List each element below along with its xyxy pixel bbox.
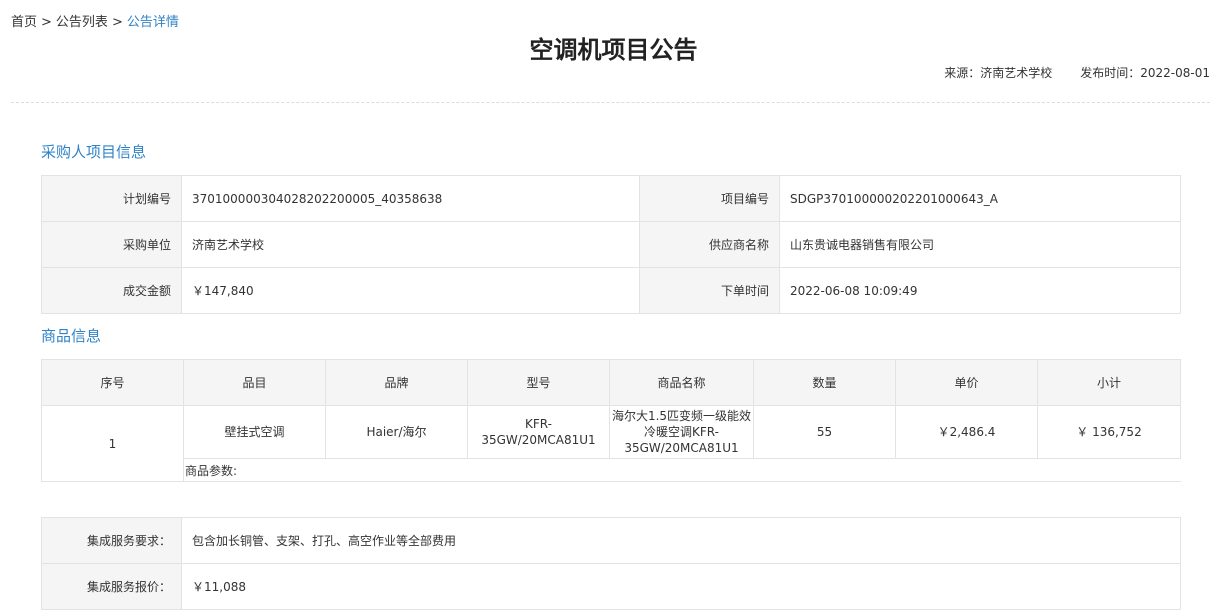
column-header: 型号 bbox=[467, 359, 610, 406]
table-row: 1 壁挂式空调 Haier/海尔 KFR-35GW/20MCA81U1 海尔大1… bbox=[41, 405, 1181, 482]
row-category: 壁挂式空调 bbox=[183, 405, 326, 459]
service-quote-label: 集成服务报价： bbox=[41, 563, 182, 610]
row-unit-price: ￥2,486.4 bbox=[895, 405, 1038, 459]
column-header: 单价 bbox=[895, 359, 1038, 406]
divider bbox=[11, 102, 1210, 103]
publish-time-text: 发布时间：2022-08-01 bbox=[1080, 66, 1210, 80]
page-title: 空调机项目公告 bbox=[529, 36, 698, 64]
supplier-value: 山东贵诚电器销售有限公司 bbox=[779, 221, 1181, 268]
project-number-label: 项目编号 bbox=[639, 175, 780, 222]
row-subtotal: ￥ 136,752 bbox=[1037, 405, 1181, 459]
plan-number-label: 计划编号 bbox=[41, 175, 182, 222]
announcement-meta: 来源：济南艺术学校 发布时间：2022-08-01 bbox=[916, 64, 1210, 81]
goods-section-title: 商品信息 bbox=[41, 327, 102, 345]
order-time-value: 2022-06-08 10:09:49 bbox=[779, 267, 1181, 314]
breadcrumb-separator: > bbox=[111, 15, 123, 30]
service-requirement-label: 集成服务要求： bbox=[41, 517, 182, 564]
deal-amount-value: ￥147,840 bbox=[181, 267, 640, 314]
table-row: 成交金额 ￥147,840 下单时间 2022-06-08 10:09:49 bbox=[41, 267, 1181, 314]
column-header: 品牌 bbox=[325, 359, 468, 406]
goods-table: 序号 品目 品牌 型号 商品名称 数量 单价 小计 1 壁挂式空调 Haier/… bbox=[41, 359, 1181, 482]
table-row: 商品参数: bbox=[42, 458, 1181, 482]
table-row: 集成服务报价： ￥11,088 bbox=[41, 563, 1181, 610]
table-header-row: 序号 品目 品牌 型号 商品名称 数量 单价 小计 bbox=[41, 359, 1181, 406]
column-header: 数量 bbox=[753, 359, 896, 406]
column-header: 序号 bbox=[41, 359, 184, 406]
plan-number-value: 370100000304028202200005_40358638 bbox=[181, 175, 640, 222]
order-time-label: 下单时间 bbox=[639, 267, 780, 314]
purchaser-label: 采购单位 bbox=[41, 221, 182, 268]
row-product-name: 海尔大1.5匹变频一级能效冷暖空调KFR-35GW/20MCA81U1 bbox=[609, 405, 754, 459]
project-number-value: SDGP370100000202201000643_A bbox=[779, 175, 1181, 222]
breadcrumb: 首页 > 公告列表 > 公告详情 bbox=[11, 11, 179, 30]
purchaser-value: 济南艺术学校 bbox=[181, 221, 640, 268]
breadcrumb-list-link[interactable]: 公告列表 bbox=[56, 15, 108, 30]
column-header: 小计 bbox=[1037, 359, 1181, 406]
service-requirement-value: 包含加长铜管、支架、打孔、高空作业等全部费用 bbox=[181, 517, 1181, 564]
deal-amount-label: 成交金额 bbox=[41, 267, 182, 314]
table-row: 采购单位 济南艺术学校 供应商名称 山东贵诚电器销售有限公司 bbox=[41, 221, 1181, 268]
breadcrumb-current: 公告详情 bbox=[126, 15, 179, 30]
table-row: 计划编号 370100000304028202200005_40358638 项… bbox=[41, 175, 1181, 222]
breadcrumb-separator: > bbox=[41, 15, 52, 30]
row-index: 1 bbox=[41, 405, 184, 482]
table-row: 集成服务要求： 包含加长铜管、支架、打孔、高空作业等全部费用 bbox=[41, 517, 1181, 564]
source-text: 来源：济南艺术学校 bbox=[944, 66, 1053, 80]
column-header: 品目 bbox=[183, 359, 326, 406]
purchaser-info-table: 计划编号 370100000304028202200005_40358638 项… bbox=[41, 175, 1181, 314]
supplier-label: 供应商名称 bbox=[639, 221, 780, 268]
service-table: 集成服务要求： 包含加长铜管、支架、打孔、高空作业等全部费用 集成服务报价： ￥… bbox=[41, 517, 1181, 610]
row-brand: Haier/海尔 bbox=[325, 405, 468, 459]
row-quantity: 55 bbox=[753, 405, 896, 459]
purchaser-section-title: 采购人项目信息 bbox=[41, 143, 147, 161]
product-params-label: 商品参数: bbox=[183, 458, 1181, 482]
service-quote-value: ￥11,088 bbox=[181, 563, 1181, 610]
column-header: 商品名称 bbox=[609, 359, 754, 406]
breadcrumb-home-link[interactable]: 首页 bbox=[11, 15, 37, 30]
row-model: KFR-35GW/20MCA81U1 bbox=[467, 405, 610, 459]
